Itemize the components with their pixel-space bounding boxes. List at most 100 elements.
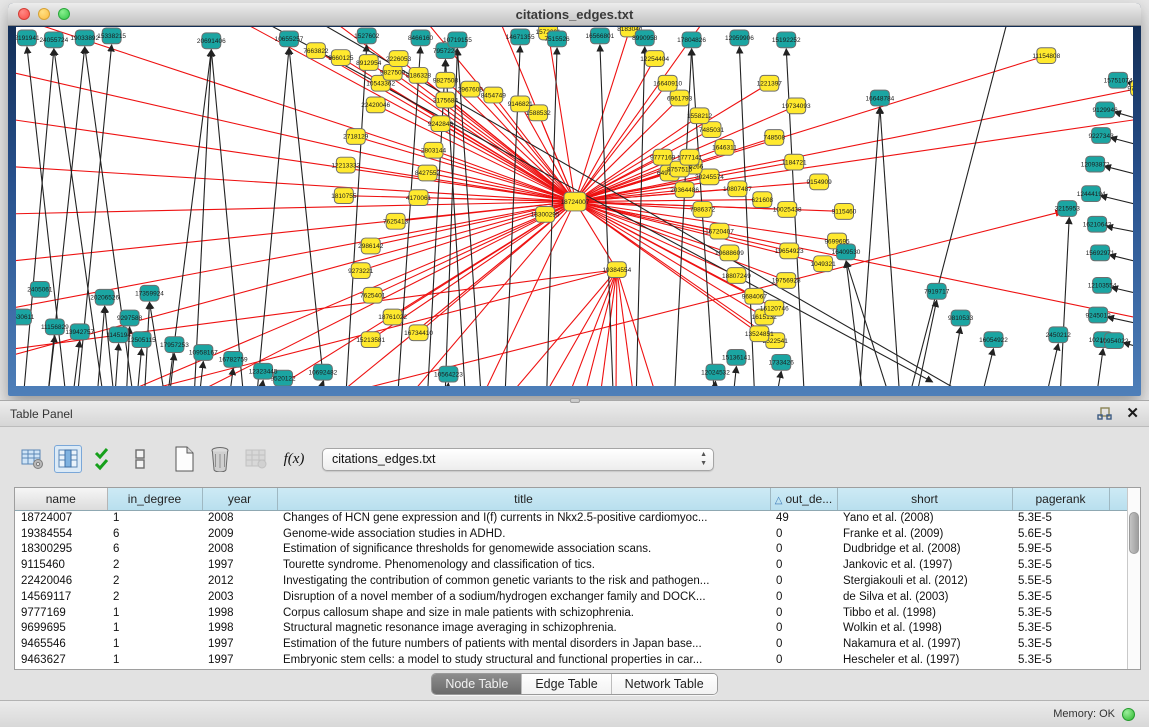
table-row[interactable]: 946554611997Estimation of the future num… xyxy=(15,636,1128,652)
table-row[interactable]: 1456911722003Disruption of a novel membe… xyxy=(15,589,1128,605)
graph-node[interactable]: 9827508 xyxy=(433,72,459,88)
graph-node[interactable]: 18724007 xyxy=(561,192,590,211)
graph-node[interactable]: 9129946 xyxy=(1093,102,1119,118)
close-panel-icon[interactable]: ✕ xyxy=(1126,406,1139,421)
graph-node[interactable]: 14671355 xyxy=(506,29,535,45)
graph-node[interactable]: 15213581 xyxy=(356,332,385,348)
column-header-name[interactable]: name xyxy=(15,488,107,510)
graph-node[interactable]: 1810755 xyxy=(331,188,357,204)
graph-node[interactable]: 12444194 xyxy=(1077,186,1106,202)
table-row[interactable]: 946362711997Embryonic stem cells: a mode… xyxy=(15,652,1128,668)
import-table-icon[interactable] xyxy=(242,445,270,473)
graph-node[interactable]: 1777141 xyxy=(677,149,703,165)
graph-node[interactable]: 17804826 xyxy=(677,32,706,48)
graph-node[interactable]: 7625413 xyxy=(383,213,409,229)
graph-node[interactable]: 1145194 xyxy=(106,327,131,343)
graph-node[interactable]: 1733426 xyxy=(769,354,795,370)
graph-node[interactable]: 7919717 xyxy=(924,283,950,299)
zoom-window-icon[interactable] xyxy=(58,8,70,20)
graph-node[interactable]: 16054922 xyxy=(979,332,1008,348)
graph-node[interactable]: 12213332 xyxy=(331,157,360,173)
close-window-icon[interactable] xyxy=(18,8,30,20)
panel-splitter-handle[interactable] xyxy=(570,398,580,403)
column-header-year[interactable]: year xyxy=(202,488,277,510)
graph-node[interactable]: 3175684 xyxy=(433,92,459,108)
graph-node[interactable]: 12103554 xyxy=(1088,278,1117,294)
tab-network-table[interactable]: Network Table xyxy=(611,674,717,694)
network-table-select[interactable]: citations_edges.txt ▲▼ xyxy=(322,448,714,471)
table-row[interactable]: 1938455462009Genome-wide association stu… xyxy=(15,526,1128,542)
graph-node[interactable]: 7663822 xyxy=(303,43,329,59)
graph-node[interactable]: 7515526 xyxy=(544,31,570,47)
table-row[interactable]: 1872400712008Changes of HCN gene express… xyxy=(15,510,1128,526)
graph-node[interactable]: 9227343 xyxy=(1089,128,1115,144)
table-row[interactable]: 969969511998Structural magnetic resonanc… xyxy=(15,621,1128,637)
memory-status-icon[interactable] xyxy=(1122,708,1135,721)
graph-node[interactable]: 2967608 xyxy=(458,81,484,97)
graph-node[interactable]: 12093872 xyxy=(1081,156,1110,172)
graph-node[interactable]: 621608 xyxy=(752,192,774,208)
graph-node[interactable]: 9810533 xyxy=(948,310,974,326)
graph-node[interactable]: 9154909 xyxy=(807,174,833,190)
tab-edge-table[interactable]: Edge Table xyxy=(521,674,610,694)
graph-node[interactable]: 16640910 xyxy=(653,75,682,91)
graph-node[interactable]: 20206526 xyxy=(90,289,119,305)
graph-node[interactable]: 19384554 xyxy=(602,262,631,278)
float-window-icon[interactable] xyxy=(1097,407,1112,421)
graph-node[interactable]: 8466160 xyxy=(408,30,434,46)
graph-node[interactable]: 24055724 xyxy=(39,32,68,48)
tab-node-table[interactable]: Node Table xyxy=(432,674,521,694)
graph-node[interactable]: 15338215 xyxy=(97,28,126,44)
table-scrollbar[interactable] xyxy=(1127,488,1140,669)
graph-node[interactable]: 20691406 xyxy=(197,33,226,49)
graph-node[interactable]: 17957253 xyxy=(160,337,189,353)
graph-node[interactable]: 9245012 xyxy=(1086,307,1112,323)
graph-node[interactable]: 19654923 xyxy=(775,243,804,259)
graph-node[interactable]: 2803144 xyxy=(421,142,447,158)
graph-node[interactable]: 17359924 xyxy=(135,285,164,301)
graph-node[interactable]: 2226053 xyxy=(386,51,412,67)
graph-node[interactable]: 8990958 xyxy=(632,30,658,46)
graph-node[interactable]: 6961793 xyxy=(667,90,693,106)
row-height-icon[interactable] xyxy=(126,445,154,473)
graph-node[interactable]: 7625401 xyxy=(360,287,386,303)
column-header-pagerank[interactable]: pagerank xyxy=(1012,488,1109,510)
graph-node[interactable]: 10688609 xyxy=(715,245,744,261)
graph-node[interactable]: 16566801 xyxy=(586,28,615,44)
graph-node[interactable]: 9297588 xyxy=(117,310,143,326)
graph-node[interactable]: 4170061 xyxy=(406,190,432,206)
graph-node[interactable]: 1527602 xyxy=(354,28,380,44)
window-titlebar[interactable]: citations_edges.txt xyxy=(8,3,1141,26)
graph-node[interactable]: 7986372 xyxy=(690,202,716,218)
graph-node[interactable]: 1558212 xyxy=(687,108,713,124)
graph-node[interactable]: 12959906 xyxy=(725,30,754,46)
graph-node[interactable]: 1221397 xyxy=(757,75,783,91)
graph-node[interactable]: 2191941 xyxy=(16,30,40,46)
graph-node[interactable]: 15136141 xyxy=(722,350,751,366)
graph-node[interactable]: 9684067 xyxy=(742,288,768,304)
graph-node[interactable]: 1049321 xyxy=(811,256,837,272)
delete-table-icon[interactable] xyxy=(206,445,234,473)
graph-node[interactable]: 2450212 xyxy=(1046,327,1072,343)
graph-node[interactable]: 16734410 xyxy=(404,325,433,341)
table-row[interactable]: 911546021997Tourette syndrome. Phenomeno… xyxy=(15,557,1128,573)
graph-node[interactable]: 748508 xyxy=(763,130,785,146)
graph-node[interactable]: 10958167 xyxy=(189,345,218,361)
graph-node[interactable]: 9242848 xyxy=(428,116,454,132)
minimize-window-icon[interactable] xyxy=(38,8,50,20)
graph-node[interactable]: 9115460 xyxy=(832,204,857,220)
graph-node[interactable]: 10025438 xyxy=(773,202,802,218)
graph-node[interactable]: 15192252 xyxy=(772,32,801,48)
show-columns-icon[interactable] xyxy=(54,445,82,473)
table-mode-icon[interactable] xyxy=(18,445,46,473)
graph-node[interactable]: 1184721 xyxy=(782,154,807,170)
column-header-in-degree[interactable]: in_degree xyxy=(107,488,202,510)
graph-node[interactable]: 1646311 xyxy=(712,139,737,155)
graph-node[interactable]: 9660125 xyxy=(328,50,354,66)
new-table-icon[interactable] xyxy=(170,445,198,473)
graph-node[interactable]: 10564223 xyxy=(434,366,463,382)
graph-node[interactable]: 11154808 xyxy=(1032,48,1060,64)
graph-node[interactable]: 10692482 xyxy=(308,364,337,380)
graph-node[interactable]: 19734093 xyxy=(782,98,811,114)
graph-node[interactable]: 8427552 xyxy=(415,165,441,181)
